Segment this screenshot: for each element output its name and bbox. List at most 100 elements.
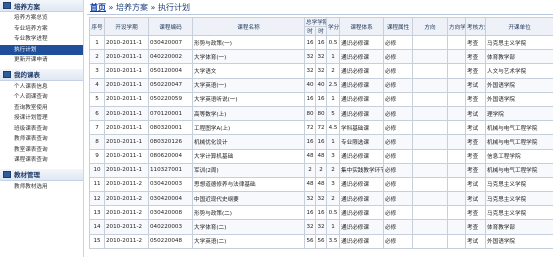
sidebar-item[interactable]: 专业教学进程 [0, 34, 83, 45]
col-header-direction[interactable]: 方向 [412, 17, 449, 36]
sidebar-item[interactable]: 授课计划管理 [0, 113, 83, 124]
cell-course-name: 大学英语听说(一) [192, 91, 305, 107]
sidebar-item[interactable]: 查询教室使用 [0, 103, 83, 114]
cell-direction [412, 120, 449, 136]
cell-direction-hours [447, 105, 467, 122]
table-row[interactable]: 6 2010-2011-1 070120001 高等数学(上) 80 80 5 通识必修课 必修… [89, 105, 553, 122]
cell-direction [412, 105, 449, 122]
sidebar-section: 我的课表 个人课表信息 个人调课查询 查询教室使用 授课计划管理 班级课表查询 教师课表查询… [0, 68, 83, 169]
table-row[interactable]: 8 2010-2011-1 080320126 机械优化设计 16 16 1 专业限选课 必修考… [89, 134, 553, 150]
cell-term: 2010-2011-2 [104, 233, 149, 249]
cell-nature: 必修 [383, 233, 414, 249]
col-header-direction-hours[interactable]: 方向学时 [447, 17, 467, 36]
table-row[interactable]: 7 2010-2011-1 080320001 工程图学A(上) 72 72 4.5 学科基础… [89, 120, 553, 136]
cell-assessment: 考查 [465, 162, 487, 178]
table-row[interactable]: 1 2010-2011-1 030420007 形势与政策(一) 16 16 0.5 通识必修… [89, 34, 553, 51]
cell-direction [412, 233, 449, 249]
cell-department: 外国语学院 [485, 77, 553, 93]
col-header-no[interactable]: 序号 [89, 17, 105, 36]
table-row[interactable]: 15 2010-2011-2 050220048 大学英语(二) 56 56 3.5 通识必修… [89, 233, 553, 249]
col-header-nature[interactable]: 课程属性 [383, 17, 414, 36]
sidebar-item[interactable]: 专业培养方案 [0, 24, 83, 35]
table-row[interactable]: 3 2010-2011-1 050120004 大学语文 32 32 2 通识必修课 必修 考查人… [89, 63, 553, 79]
sidebar-item[interactable]: 班级课表查询 [0, 124, 83, 135]
cell-direction [412, 63, 449, 79]
cell-direction [412, 134, 449, 150]
table-row[interactable]: 4 2010-2011-1 050220047 大学英语(一) 40 40 2.5 通识必修课… [89, 77, 553, 93]
sidebar-item[interactable]: 培养方案总览 [0, 13, 83, 24]
cell-term: 2010-2011-1 [104, 148, 149, 164]
table-row[interactable]: 14 2010-2011-2 040220003 大学体育(二) 32 32 1 通识必修课必… [89, 219, 553, 235]
sidebar-item[interactable]: 课程课表查询 [0, 155, 83, 166]
table-row[interactable]: 2 2010-2011-1 040220002 大学体育(一) 32 32 1 通识必修课 必修… [89, 49, 553, 65]
cell-credit: 2 [326, 162, 341, 178]
cell-code: 080620004 [148, 148, 193, 164]
cell-category: 通识必修课 [339, 233, 385, 249]
table-row[interactable]: 5 2010-2011-1 050220059 大学英语听说(一) 16 16 1 通识必修课… [89, 91, 553, 107]
breadcrumb-home-link[interactable]: 首页 [90, 3, 106, 12]
sidebar-item[interactable]: 更新开课申请 [0, 55, 83, 66]
cell-course-name: 大学体育(二) [192, 219, 305, 235]
cell-category: 通识必修课 [339, 77, 385, 93]
cell-category: 通识必修课 [339, 63, 385, 79]
table-row[interactable]: 13 2010-2011-2 030420008 形势与政策(二) 16 16 0.5 通识必… [89, 205, 553, 221]
cell-nature: 必修 [383, 219, 414, 235]
cell-direction [412, 34, 449, 51]
cell-hours: 40 [304, 77, 316, 93]
cell-credit: 1 [326, 91, 341, 107]
cell-direction-hours [447, 219, 467, 235]
cell-hours-alt: 32 [314, 49, 328, 65]
sidebar-item[interactable]: 教师课表查询 [0, 134, 83, 145]
cell-code: 080320001 [148, 120, 193, 136]
sidebar-item[interactable]: 教师教材选用 [0, 182, 83, 193]
table-row[interactable]: 11 2010-2011-2 030420003 思想道德修养与法律基础 48 48 3 通识… [89, 176, 553, 193]
col-header-code[interactable]: 课程编码 [148, 17, 193, 36]
cell-department: 体育教学部 [485, 49, 553, 65]
cell-no: 1 [89, 34, 105, 51]
cell-category: 学科基础课 [339, 120, 385, 136]
cell-department: 机械与电气工程学院 [485, 120, 553, 136]
cell-direction [412, 176, 449, 193]
cell-hours: 48 [304, 148, 316, 164]
col-header-total-hours[interactable]: 总学学期 [303, 17, 328, 27]
cell-category: 通识必修课 [339, 49, 385, 65]
sidebar-section-header[interactable]: 我的课表 [0, 68, 83, 81]
cell-credit: 1 [326, 134, 341, 150]
cell-course-name: 大学语文 [192, 63, 305, 79]
table-row[interactable]: 10 2010-2011-1 110327001 军训(2周) 2 2 2 集中实践教学环节必… [89, 162, 553, 178]
table-row[interactable]: 9 2010-2011-1 080620004 大学计算机基础 48 48 3 通识必修课 必修… [89, 148, 553, 164]
col-header-department[interactable]: 开课单位 [485, 17, 553, 36]
cell-code: 050120004 [148, 63, 193, 79]
cell-direction [412, 191, 449, 207]
sidebar-item[interactable]: 教室课表查询 [0, 145, 83, 156]
sidebar-item[interactable]: 执行计划 [0, 44, 83, 55]
cell-department: 体育教学部 [485, 219, 553, 235]
cell-direction-hours [447, 205, 467, 221]
sidebar-item[interactable]: 个人课表信息 [0, 82, 83, 93]
cell-nature: 必修 [383, 91, 414, 107]
breadcrumb-section: 培养方案 [115, 3, 148, 12]
cell-course-name: 形势与政策(二) [192, 205, 305, 221]
cell-term: 2010-2011-1 [104, 34, 149, 51]
sidebar-section-header[interactable]: 培养方案 [0, 0, 83, 12]
col-header-course-name[interactable]: 课程名称 [192, 17, 305, 36]
cell-credit: 1 [326, 219, 341, 235]
col-header-credit[interactable]: 学分 [326, 17, 341, 36]
cell-assessment: 考查 [465, 34, 487, 51]
sidebar-section-header[interactable]: 教材管理 [0, 168, 83, 181]
col-header-category[interactable]: 课程体系 [339, 17, 385, 36]
table-row[interactable]: 12 2010-2011-2 030420004 中国近现代史纲要 32 32 2 通识必修课… [89, 191, 553, 207]
cell-hours: 32 [304, 49, 316, 65]
cell-hours: 2 [304, 162, 316, 178]
cell-hours: 32 [304, 191, 316, 207]
cell-category: 通识必修课 [339, 148, 385, 164]
cell-hours-alt: 32 [314, 63, 328, 79]
col-header-term[interactable]: 开设学期 [104, 17, 149, 36]
cell-direction [412, 148, 449, 164]
sidebar-item[interactable]: 个人调课查询 [0, 92, 83, 103]
col-header-assessment[interactable]: 考核方式 [465, 17, 487, 36]
cell-assessment: 考查 [465, 63, 487, 79]
cell-category: 通识必修课 [339, 34, 385, 51]
section-square-icon [3, 170, 11, 178]
cell-term: 2010-2011-1 [104, 105, 149, 122]
